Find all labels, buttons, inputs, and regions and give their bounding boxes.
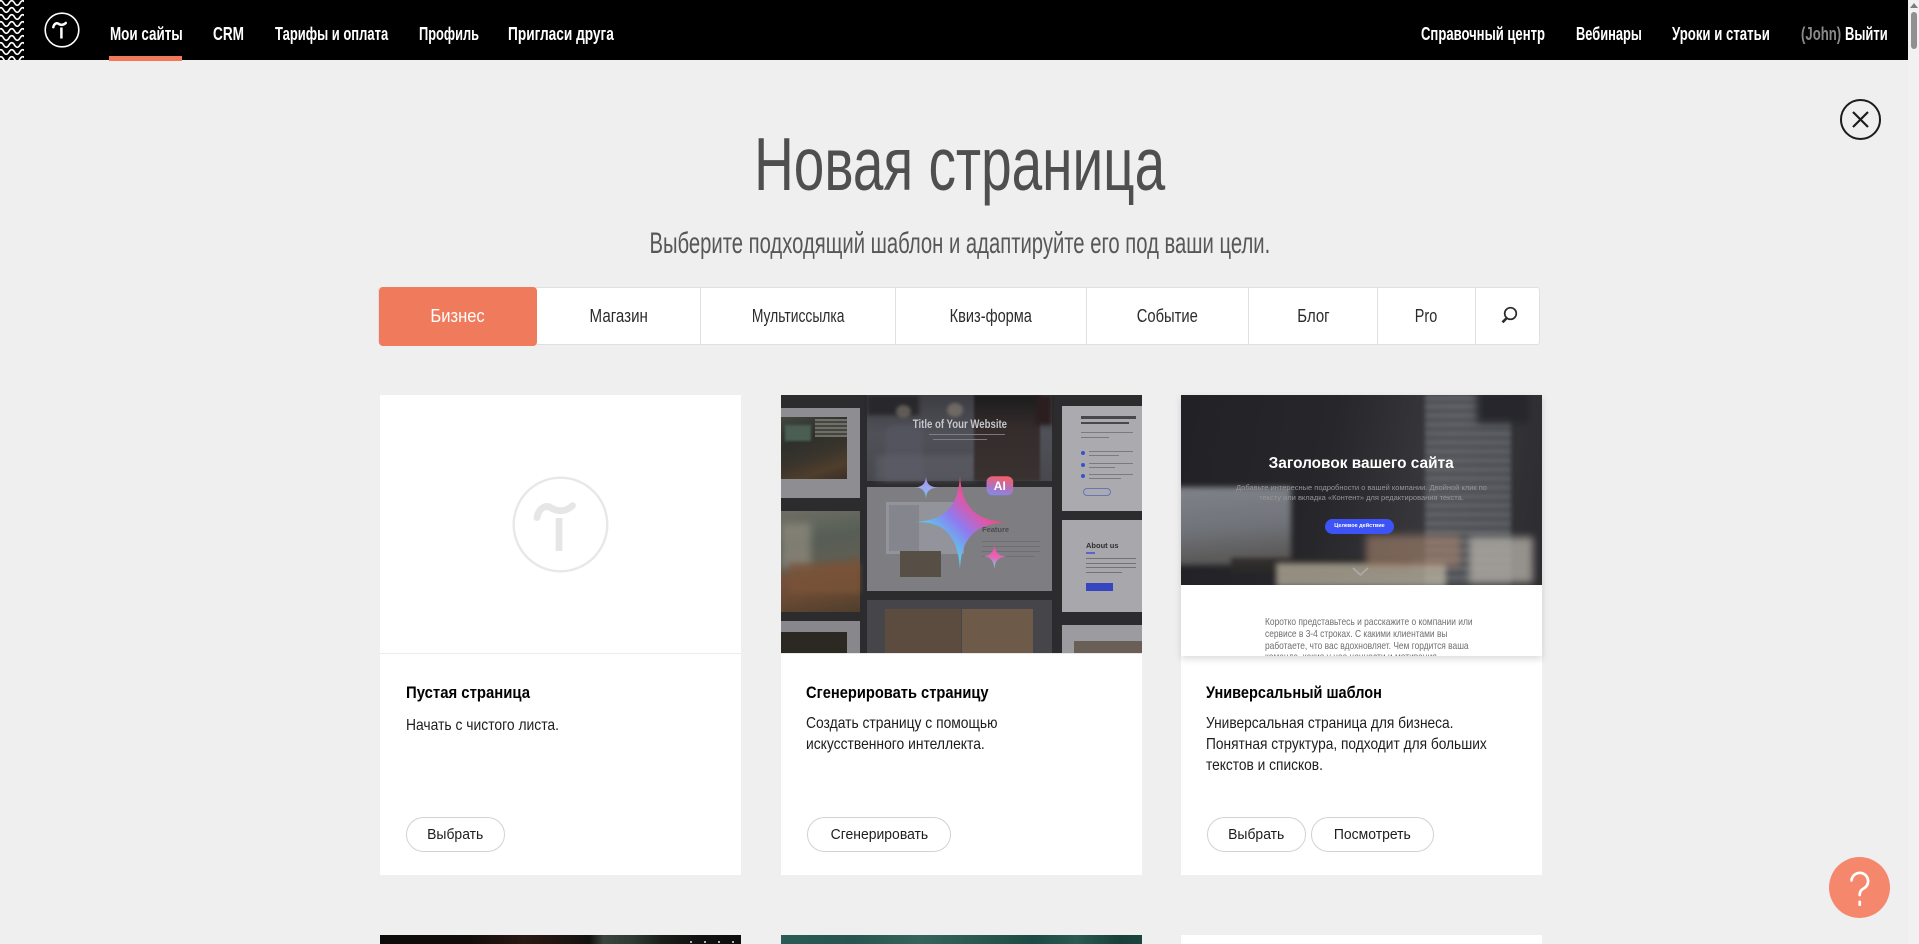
svg-text:AI: AI — [994, 479, 1006, 493]
